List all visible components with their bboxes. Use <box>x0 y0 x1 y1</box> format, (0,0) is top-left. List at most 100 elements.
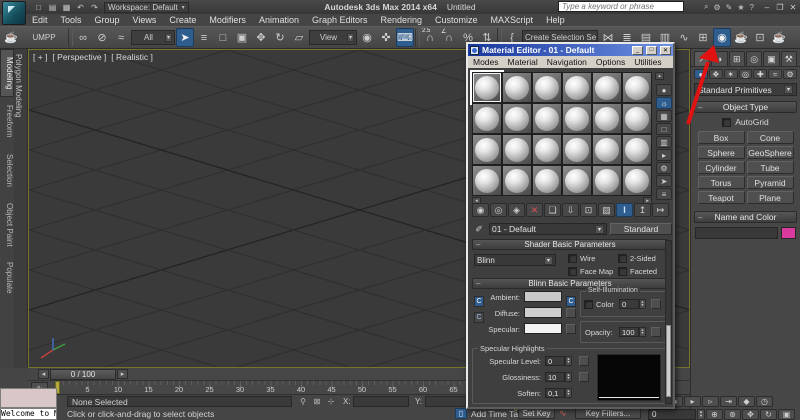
self-illumination-color-checkbox[interactable] <box>584 300 593 309</box>
restore-button[interactable]: ❐ <box>775 3 785 12</box>
display-tab[interactable]: ▣ <box>763 51 779 66</box>
sample-uv-tiling-button[interactable]: □ <box>656 123 672 135</box>
time-configuration-button[interactable]: ◷ <box>756 396 773 407</box>
space-warps-button[interactable]: ≈ <box>768 69 782 79</box>
material-sample-slot[interactable] <box>502 165 532 196</box>
background-button[interactable]: ▦ <box>656 110 672 122</box>
object-type-rollout-header[interactable]: – Object Type <box>694 101 797 113</box>
material-name-dropdown[interactable]: 01 - Default▾ <box>489 223 607 235</box>
next-frame-button[interactable]: ▹ <box>702 396 719 407</box>
put-to-library-button[interactable]: ⇩ <box>562 203 579 217</box>
ribbon-tab[interactable]: Freeform <box>0 97 14 145</box>
next-frame-arrow[interactable]: ▸ <box>117 369 128 379</box>
primitive-button[interactable]: Tube <box>747 161 794 174</box>
curve-editor-button[interactable]: ∿ <box>675 28 693 47</box>
make-material-copy-button[interactable]: ❏ <box>544 203 561 217</box>
specular-map-button[interactable] <box>566 324 576 334</box>
select-by-material-button[interactable]: ➤ <box>656 175 672 187</box>
pan-button[interactable]: ✥ <box>742 409 759 420</box>
save-file-icon[interactable]: ▦ <box>60 1 73 13</box>
glossiness-field[interactable]: 10 <box>545 372 565 382</box>
specular-level-map-button[interactable] <box>579 356 589 366</box>
motion-tab[interactable]: ◎ <box>746 51 762 66</box>
slot-scroll-up-icon[interactable]: ▴ <box>655 72 664 80</box>
menu-item[interactable]: Modifiers <box>209 15 246 25</box>
close-button[interactable]: ✕ <box>788 3 798 12</box>
rendered-frame-window-button[interactable]: ⊡ <box>751 28 769 47</box>
time-slider-handle[interactable]: 0 / 100 <box>50 369 116 380</box>
select-by-name-button[interactable]: ≡ <box>195 28 213 47</box>
maximize-viewport-toggle[interactable]: ▣ <box>778 409 795 420</box>
backlight-button[interactable]: ☼ <box>656 97 672 109</box>
ribbon-tab[interactable]: Populate <box>0 254 14 302</box>
material-sample-slot[interactable] <box>562 72 592 103</box>
open-file-icon[interactable]: ▤ <box>46 1 59 13</box>
ambient-color-swatch[interactable] <box>524 291 562 302</box>
menu-item[interactable]: Help <box>546 15 565 25</box>
lock-ambient-diffuse-button[interactable]: C <box>474 296 484 307</box>
bind-to-space-warp-button[interactable]: ≈ <box>112 28 130 47</box>
specular-color-swatch[interactable] <box>524 323 562 334</box>
favorites-star-icon[interactable]: ★ <box>737 3 744 12</box>
add-time-tag-icon[interactable]: ▯ <box>455 408 467 419</box>
utilities-tab[interactable]: ⚒ <box>781 51 797 66</box>
opacity-value-field[interactable]: 100 <box>619 327 639 337</box>
material-sample-slot[interactable] <box>592 165 622 196</box>
menu-item[interactable]: Views <box>133 15 157 25</box>
redo-icon[interactable]: ↷ <box>88 1 101 13</box>
orbit-button[interactable]: ↻ <box>760 409 777 420</box>
material-sample-slot[interactable] <box>532 134 562 165</box>
self-illumination-spinner[interactable]: ▲▼ <box>639 299 646 309</box>
soften-spinner[interactable]: ▲▼ <box>565 388 572 398</box>
wrench-icon[interactable]: ⚙ <box>714 3 721 12</box>
minimize-button[interactable]: – <box>762 3 772 12</box>
specular-level-spinner[interactable]: ▲▼ <box>565 356 572 366</box>
workspace-dropdown[interactable]: Workspace: Default▾ <box>104 2 189 13</box>
specular-level-field[interactable]: 0 <box>545 356 565 366</box>
unlink-selection-button[interactable]: ⊘ <box>93 28 111 47</box>
primitive-button[interactable]: Cone <box>747 131 794 144</box>
assign-material-to-selection-button[interactable]: ◈ <box>508 203 525 217</box>
soften-field[interactable]: 0,1 <box>545 388 565 398</box>
diffuse-color-swatch[interactable] <box>524 307 562 318</box>
get-material-button[interactable]: ◉ <box>472 203 489 217</box>
snaps-toggle[interactable]: 2.5∩ <box>421 28 439 47</box>
x-coordinate-field[interactable] <box>353 396 409 407</box>
material-editor-button[interactable]: ◉ <box>713 28 731 47</box>
material-sample-slot[interactable] <box>592 72 622 103</box>
go-to-parent-button[interactable]: ↥ <box>634 203 651 217</box>
parameters-scrollbar[interactable] <box>665 240 672 404</box>
primitive-button[interactable]: Box <box>698 131 745 144</box>
search-icon[interactable]: ⌕ <box>704 2 708 12</box>
go-to-end-button[interactable]: ⇥ <box>720 396 737 407</box>
material-sample-slot[interactable] <box>532 165 562 196</box>
video-color-check-button[interactable]: ▥ <box>656 136 672 148</box>
reference-coordinate-system-dropdown[interactable]: View <box>309 30 357 45</box>
menu-item[interactable]: Tools <box>61 15 82 25</box>
material-type-button[interactable]: Standard <box>610 223 672 235</box>
selection-filter-dropdown[interactable]: All <box>131 30 175 45</box>
select-and-move-button[interactable]: ✥ <box>252 28 270 47</box>
checkbox[interactable] <box>618 254 627 263</box>
material-id-channel-button[interactable]: ⊡ <box>580 203 597 217</box>
geometry-button[interactable]: ● <box>694 69 708 79</box>
material-sample-slot[interactable] <box>622 103 652 134</box>
maxscript-mini-listener[interactable]: Welcome to MA <box>0 408 57 420</box>
material-sample-slot[interactable] <box>502 134 532 165</box>
material-sample-slot[interactable] <box>592 134 622 165</box>
render-production-button[interactable]: ☕ <box>770 28 788 47</box>
shader-type-dropdown[interactable]: Blinn▾ <box>474 254 556 266</box>
menu-item[interactable]: Rendering <box>381 15 423 25</box>
primitive-button[interactable]: Cylinder <box>698 161 745 174</box>
checkbox[interactable] <box>568 254 577 263</box>
material-sample-slot[interactable] <box>562 134 592 165</box>
new-scene-icon[interactable]: □ <box>32 1 45 13</box>
material-sample-slot[interactable] <box>532 103 562 134</box>
zoom-extents-button[interactable]: ⊛ <box>724 409 741 420</box>
pick-material-eyedropper-icon[interactable]: ✐ <box>472 223 486 235</box>
primitive-button[interactable]: Plane <box>747 191 794 204</box>
diffuse-map-button[interactable] <box>566 308 576 318</box>
put-material-to-scene-button[interactable]: ◎ <box>490 203 507 217</box>
show-shaded-material-in-viewport-button[interactable]: ▨ <box>598 203 615 217</box>
category-dropdown[interactable]: Standard Primitives▾ <box>694 83 797 96</box>
